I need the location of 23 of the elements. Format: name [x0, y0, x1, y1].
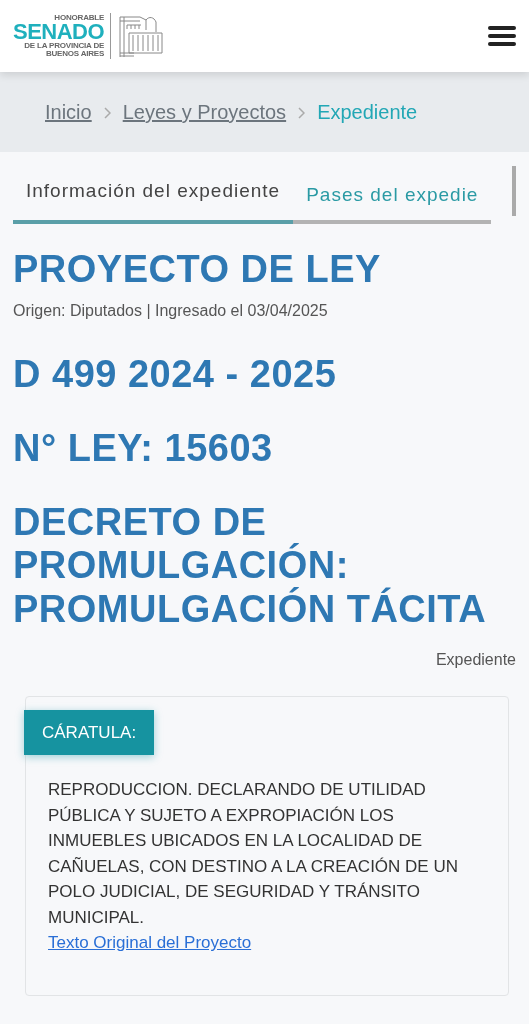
- logo-text: DE LA PROVINCIA DE: [24, 42, 105, 51]
- caratula-text: REPRODUCCION. DECLARANDO DE UTILIDAD PÚBLICA Y SUJETO A EXPROPIACIÓN LOS INMUEBLES UBICADOS EN LA LOCALIDAD DE CAÑUELAS, CON DESTINO A LA CREACIÓN DE UN POLO JUDICIAL, DE SEGURIDAD Y TRÁNSITO MUNICIPAL.: [47, 779, 459, 929]
- origin-text: Origen: Diputados | Ingresado el 03/04/2025: [13, 301, 329, 322]
- heading: D 499 2024 - 2025: [13, 353, 338, 397]
- menu-icon[interactable]: [488, 25, 516, 47]
- tab[interactable]: Pases del expedie: [293, 177, 492, 224]
- logo-text: HONORABLE: [54, 13, 105, 22]
- building-icon: [117, 13, 164, 59]
- logo-text: SENADO: [13, 21, 105, 43]
- heading: N° LEY: 15603: [13, 426, 274, 471]
- chevron-icon: [298, 106, 306, 119]
- chevron-icon: [103, 106, 111, 119]
- caratula-label: CÁRATULA:: [24, 709, 155, 756]
- breadcrumb-link[interactable]: Leyes y Proyectos: [122, 97, 287, 127]
- original-text-link[interactable]: Texto Original del Proyecto: [26, 933, 252, 953]
- page-title: PROYECTO DE LEY: [13, 247, 382, 292]
- logo-text: BUENOS AIRES: [45, 50, 105, 59]
- section-label: Expediente: [435, 649, 516, 670]
- breadcrumb-link[interactable]: Expediente: [317, 97, 418, 127]
- heading: DECRETO DE PROMULGACIÓN: PROMULGACIÓN TÁCITA: [13, 500, 488, 632]
- breadcrumb-link[interactable]: Inicio: [45, 97, 92, 127]
- tab[interactable]: Información del expediente: [13, 177, 294, 224]
- scrollbar[interactable]: [512, 166, 516, 216]
